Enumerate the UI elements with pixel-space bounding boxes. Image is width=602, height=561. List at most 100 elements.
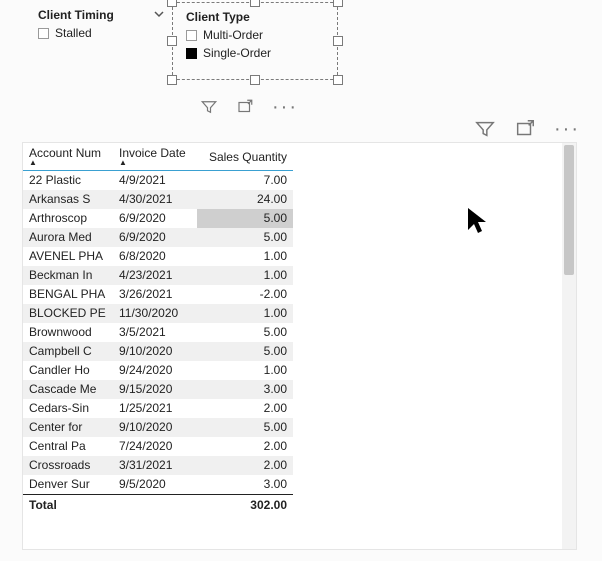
cell-account[interactable]: BLOCKED PE: [23, 304, 113, 323]
cell-invoice-date[interactable]: 3/5/2021: [113, 323, 197, 342]
cell-sales-qty[interactable]: 7.00: [197, 170, 293, 190]
cell-account[interactable]: Denver Sur: [23, 475, 113, 495]
cell-account[interactable]: Cedars-Sin: [23, 399, 113, 418]
cell-invoice-date[interactable]: 6/8/2020: [113, 247, 197, 266]
slicer-item-label: Multi-Order: [203, 28, 263, 42]
checkbox-icon[interactable]: [186, 30, 197, 41]
cell-sales-qty[interactable]: 24.00: [197, 190, 293, 209]
table-row[interactable]: Denver Sur9/5/20203.00: [23, 475, 293, 495]
column-header-account[interactable]: Account Num▲: [23, 143, 113, 170]
cell-sales-qty[interactable]: 5.00: [197, 342, 293, 361]
slicer-item-stalled[interactable]: Stalled: [36, 24, 166, 42]
cell-sales-qty[interactable]: 5.00: [197, 228, 293, 247]
slicer-item-label: Single-Order: [203, 46, 271, 60]
cell-account[interactable]: Campbell C: [23, 342, 113, 361]
table-row[interactable]: Center for9/10/20205.00: [23, 418, 293, 437]
table-row[interactable]: Central Pa7/24/20202.00: [23, 437, 293, 456]
cell-invoice-date[interactable]: 9/10/2020: [113, 342, 197, 361]
cell-invoice-date[interactable]: 3/31/2021: [113, 456, 197, 475]
cell-invoice-date[interactable]: 4/9/2021: [113, 170, 197, 190]
cell-invoice-date[interactable]: 6/9/2020: [113, 228, 197, 247]
cell-sales-qty[interactable]: 3.00: [197, 475, 293, 495]
table-row[interactable]: Crossroads3/31/20212.00: [23, 456, 293, 475]
table-row[interactable]: Beckman In4/23/20211.00: [23, 266, 293, 285]
vertical-scrollbar[interactable]: [562, 143, 576, 549]
cell-sales-qty[interactable]: 2.00: [197, 456, 293, 475]
table-row[interactable]: BLOCKED PE11/30/20201.00: [23, 304, 293, 323]
cell-sales-qty[interactable]: -2.00: [197, 285, 293, 304]
cell-sales-qty[interactable]: 1.00: [197, 266, 293, 285]
cell-invoice-date[interactable]: 9/10/2020: [113, 418, 197, 437]
cell-account[interactable]: Aurora Med: [23, 228, 113, 247]
cell-account[interactable]: 22 Plastic: [23, 170, 113, 190]
table-row[interactable]: 22 Plastic4/9/20217.00: [23, 170, 293, 190]
table-row[interactable]: Arkansas S4/30/202124.00: [23, 190, 293, 209]
slicer-item-label: Stalled: [55, 26, 92, 40]
cell-account[interactable]: Arthroscop: [23, 209, 113, 228]
table-row[interactable]: Candler Ho9/24/20201.00: [23, 361, 293, 380]
column-header-invoice-date[interactable]: Invoice Date▲: [113, 143, 197, 170]
resize-handle[interactable]: [250, 75, 260, 85]
filter-icon[interactable]: [474, 118, 496, 140]
cell-account[interactable]: Brownwood: [23, 323, 113, 342]
cell-invoice-date[interactable]: 4/30/2021: [113, 190, 197, 209]
cell-invoice-date[interactable]: 6/9/2020: [113, 209, 197, 228]
table-row[interactable]: Aurora Med6/9/20205.00: [23, 228, 293, 247]
cell-invoice-date[interactable]: 4/23/2021: [113, 266, 197, 285]
resize-handle[interactable]: [333, 75, 343, 85]
sort-asc-icon: ▲: [29, 159, 107, 168]
cell-account[interactable]: Central Pa: [23, 437, 113, 456]
cell-sales-qty[interactable]: 5.00: [197, 418, 293, 437]
focus-mode-icon[interactable]: [236, 98, 254, 116]
slicer-header[interactable]: Client Timing: [36, 8, 166, 24]
cell-invoice-date[interactable]: 9/5/2020: [113, 475, 197, 495]
cell-invoice-date[interactable]: 3/26/2021: [113, 285, 197, 304]
slicer-client-type[interactable]: Client Type Multi-Order Single-Order: [176, 4, 350, 72]
filter-icon[interactable]: [200, 98, 218, 116]
table-visual[interactable]: Account Num▲ Invoice Date▲ Sales Quantit…: [22, 142, 577, 550]
sort-asc-icon: ▲: [119, 159, 191, 168]
cell-sales-qty[interactable]: 1.00: [197, 304, 293, 323]
table-row[interactable]: BENGAL PHA3/26/2021-2.00: [23, 285, 293, 304]
chevron-down-icon[interactable]: [154, 9, 164, 22]
checkbox-filled-icon[interactable]: [186, 48, 197, 59]
cell-sales-qty[interactable]: 3.00: [197, 380, 293, 399]
cell-sales-qty[interactable]: 2.00: [197, 399, 293, 418]
table-row[interactable]: Brownwood3/5/20215.00: [23, 323, 293, 342]
table-row[interactable]: AVENEL PHA6/8/20201.00: [23, 247, 293, 266]
cell-account[interactable]: Beckman In: [23, 266, 113, 285]
cell-sales-qty[interactable]: 1.00: [197, 247, 293, 266]
slicer-client-timing[interactable]: Client Timing Stalled: [36, 8, 166, 42]
resize-handle[interactable]: [167, 75, 177, 85]
table-row[interactable]: Arthroscop6/9/20205.00: [23, 209, 293, 228]
cell-account[interactable]: Crossroads: [23, 456, 113, 475]
table-row[interactable]: Cedars-Sin1/25/20212.00: [23, 399, 293, 418]
scrollbar-thumb[interactable]: [564, 145, 574, 275]
slicer-header[interactable]: Client Type: [184, 10, 342, 26]
checkbox-icon[interactable]: [38, 28, 49, 39]
cell-account[interactable]: Cascade Me: [23, 380, 113, 399]
cell-sales-qty[interactable]: 5.00: [197, 323, 293, 342]
visual-header-slicer: ···: [200, 98, 298, 116]
report-canvas: Client Timing Stalled Client Type Multi-…: [0, 0, 602, 561]
slicer-item-single-order[interactable]: Single-Order: [184, 44, 342, 62]
cell-account[interactable]: Candler Ho: [23, 361, 113, 380]
cell-invoice-date[interactable]: 9/24/2020: [113, 361, 197, 380]
cell-account[interactable]: BENGAL PHA: [23, 285, 113, 304]
cell-invoice-date[interactable]: 11/30/2020: [113, 304, 197, 323]
cell-invoice-date[interactable]: 1/25/2021: [113, 399, 197, 418]
cell-account[interactable]: AVENEL PHA: [23, 247, 113, 266]
table-row[interactable]: Campbell C9/10/20205.00: [23, 342, 293, 361]
slicer-item-multi-order[interactable]: Multi-Order: [184, 26, 342, 44]
cell-sales-qty[interactable]: 1.00: [197, 361, 293, 380]
column-header-sales-qty[interactable]: Sales Quantity: [197, 143, 293, 170]
cell-sales-qty[interactable]: 2.00: [197, 437, 293, 456]
visual-header-table: ···: [474, 118, 580, 140]
cell-invoice-date[interactable]: 7/24/2020: [113, 437, 197, 456]
cell-account[interactable]: Arkansas S: [23, 190, 113, 209]
cell-invoice-date[interactable]: 9/15/2020: [113, 380, 197, 399]
table-row[interactable]: Cascade Me9/15/20203.00: [23, 380, 293, 399]
focus-mode-icon[interactable]: [514, 118, 536, 140]
cell-account[interactable]: Center for: [23, 418, 113, 437]
cell-sales-qty[interactable]: 5.00: [197, 209, 293, 228]
